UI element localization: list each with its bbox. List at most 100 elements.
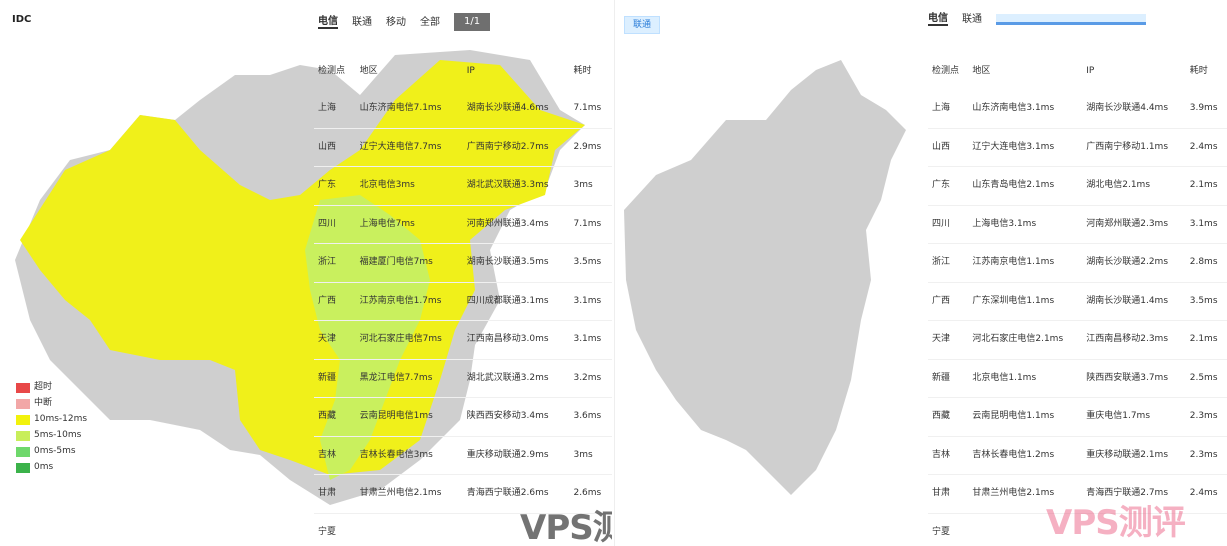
cell-probe: 广西 — [928, 281, 969, 321]
tab-unicom[interactable]: 联通 — [352, 17, 372, 28]
tab-unicom-right[interactable]: 联通 — [962, 14, 982, 25]
cell-region: 江苏南京电信1.7ms — [355, 281, 463, 321]
table-row[interactable]: 山西 辽宁大连电信3.1ms 广西南宁移动1.1ms 2.4ms — [928, 127, 1227, 167]
page-button[interactable]: 1/1 — [454, 13, 491, 31]
cell-ip: 河南郑州联通2.3ms — [1082, 204, 1186, 244]
cell-time: 2.4ms — [1185, 474, 1227, 513]
cell-ip: 四川成都联通3.1ms — [462, 281, 570, 321]
cell-probe: 广东 — [928, 166, 969, 205]
legend-item: 5ms-10ms — [16, 430, 87, 441]
header-region: 地区 — [359, 65, 378, 76]
cell-ip: 陕西西安联通3.7ms — [1082, 358, 1186, 398]
tab-telecom[interactable]: 电信 — [318, 16, 338, 29]
cell-region: 黑龙江电信7.7ms — [355, 358, 463, 398]
table-row[interactable]: 广东 北京电信3ms 湖北武汉联通3.3ms 3ms — [314, 166, 612, 205]
cell-time — [1185, 512, 1227, 546]
toolbar-right: 联通 — [624, 12, 661, 34]
table-row[interactable]: 上海 山东济南电信7.1ms 湖南长沙联通4.6ms 7.1ms — [314, 90, 612, 128]
cell-time: 3.6ms — [569, 397, 612, 436]
watermark: VPS测评 — [1046, 503, 1186, 543]
cell-probe: 天津 — [314, 320, 356, 359]
table-row[interactable]: 吉林 吉林长春电信3ms 重庆移动联通2.9ms 3ms — [314, 435, 612, 475]
table-row[interactable]: 西藏 云南昆明电信1ms 陕西西安移动3.4ms 3.6ms — [314, 397, 612, 436]
legend-item: 超时 — [16, 382, 87, 393]
table-row[interactable]: 天津 河北石家庄电信2.1ms 江西南昌移动2.3ms 2.1ms — [928, 320, 1227, 359]
header-time: 耗时 — [1189, 65, 1208, 76]
cell-time: 3.1ms — [569, 281, 612, 321]
legend-swatch — [16, 462, 30, 473]
table-row[interactable]: 浙江 江苏南京电信1.1ms 湖南长沙联通2.2ms 2.8ms — [928, 243, 1227, 282]
cell-probe: 浙江 — [314, 243, 356, 282]
cell-time: 2.1ms — [1185, 166, 1227, 205]
cell-probe: 四川 — [928, 204, 969, 244]
legend-item: 中断 — [16, 398, 87, 409]
table-row[interactable]: 天津 河北石家庄电信7ms 江西南昌移动3.0ms 3.1ms — [314, 320, 612, 359]
cell-time: 3.1ms — [569, 320, 612, 359]
cell-ip: 湖北武汉联通3.2ms — [462, 358, 570, 398]
cell-ip: 重庆电信1.7ms — [1082, 397, 1186, 436]
cell-region: 山东济南电信3.1ms — [972, 103, 1055, 114]
cell-region: 辽宁大连电信3.1ms — [968, 127, 1083, 167]
cell-region: 山东青岛电信2.1ms — [968, 166, 1083, 205]
cell-probe: 新疆 — [314, 358, 356, 398]
cell-probe: 广西 — [314, 281, 356, 321]
legend-swatch — [16, 382, 30, 393]
tab-mobile[interactable]: 移动 — [386, 17, 406, 28]
table-row[interactable]: 广东 山东青岛电信2.1ms 湖北电信2.1ms 2.1ms — [928, 166, 1227, 205]
cell-probe: 宁夏 — [928, 512, 969, 546]
legend-swatch — [16, 430, 30, 441]
isp-filter-button[interactable]: 联通 — [624, 16, 661, 34]
cell-ip: 重庆移动联通2.1ms — [1082, 435, 1186, 475]
cell-probe: 西藏 — [314, 397, 356, 436]
cell-region: 北京电信1.1ms — [968, 358, 1083, 398]
cell-probe: 新疆 — [928, 358, 969, 398]
cell-ip: 湖南长沙联通1.4ms — [1082, 281, 1186, 321]
results-table-right: 检测点 地区 IP 耗时 上海 山东济南电信3.1ms 湖南长沙联通4.4ms 3.9… — [928, 52, 1227, 546]
table-row[interactable]: 西藏 云南昆明电信1.1ms 重庆电信1.7ms 2.3ms — [928, 397, 1227, 436]
table-row[interactable]: 新疆 北京电信1.1ms 陕西西安联通3.7ms 2.5ms — [928, 358, 1227, 398]
cell-time: 2.1ms — [1185, 320, 1227, 359]
table-row[interactable]: 四川 上海电信7ms 河南郑州联通3.4ms 7.1ms — [314, 204, 612, 244]
table-row[interactable]: 广西 广东深圳电信1.1ms 湖南长沙联通1.4ms 3.5ms — [928, 281, 1227, 321]
tab-all[interactable]: 全部 — [420, 17, 440, 28]
tab-telecom-right[interactable]: 电信 — [928, 13, 948, 26]
legend-swatch — [16, 414, 30, 425]
cell-region: 广东深圳电信1.1ms — [968, 281, 1083, 321]
map-base-right — [624, 60, 906, 495]
table-row[interactable]: 浙江 福建厦门电信7ms 湖南长沙联通3.5ms 3.5ms — [314, 243, 612, 282]
left-panel: IDC 超时 中断 10ms-12ms 5ms-10ms 0ms-5ms 0ms… — [0, 0, 612, 546]
cell-probe: 天津 — [928, 320, 969, 359]
cell-region: 河北石家庄电信7ms — [355, 320, 463, 359]
cell-ip: 湖南长沙联通4.4ms — [1086, 103, 1169, 114]
isp-tabs-right: 电信 联通 — [928, 13, 1146, 26]
table-row[interactable]: 广西 江苏南京电信1.7ms 四川成都联通3.1ms 3.1ms — [314, 281, 612, 321]
header-probe: 检测点 — [932, 65, 960, 76]
table-row[interactable]: 吉林 吉林长春电信1.2ms 重庆移动联通2.1ms 2.3ms — [928, 435, 1227, 475]
legend-item: 0ms — [16, 462, 87, 473]
cell-probe: 山西 — [928, 127, 969, 167]
table-row[interactable]: 山西 辽宁大连电信7.7ms 广西南宁移动2.7ms 2.9ms — [314, 127, 612, 167]
legend-item: 10ms-12ms — [16, 414, 87, 425]
table-row[interactable]: 新疆 黑龙江电信7.7ms 湖北武汉联通3.2ms 3.2ms — [314, 358, 612, 398]
cell-probe: 吉林 — [928, 435, 969, 475]
table-row[interactable]: 四川 上海电信3.1ms 河南郑州联通2.3ms 3.1ms — [928, 204, 1227, 244]
progress-bar — [996, 14, 1146, 25]
cell-ip: 重庆移动联通2.9ms — [462, 435, 570, 475]
header-time: 耗时 — [573, 65, 592, 76]
table-header: 检测点 地区 IP 耗时 — [928, 52, 1227, 90]
cell-probe: 山西 — [314, 127, 356, 167]
map-legend: 超时 中断 10ms-12ms 5ms-10ms 0ms-5ms 0ms — [16, 382, 87, 478]
cell-time: 2.3ms — [1185, 397, 1227, 436]
cell-time: 2.3ms — [1185, 435, 1227, 475]
cell-ip: 湖北武汉联通3.3ms — [462, 166, 570, 205]
cell-time: 7.1ms — [573, 103, 602, 114]
legend-swatch — [16, 446, 30, 457]
cell-time: 2.9ms — [569, 127, 612, 167]
table-row[interactable]: 上海 山东济南电信3.1ms 湖南长沙联通4.4ms 3.9ms — [928, 90, 1227, 128]
cell-ip: 广西南宁移动2.7ms — [462, 127, 570, 167]
panel-divider — [614, 0, 615, 546]
cell-time: 3.5ms — [1185, 281, 1227, 321]
cell-time: 3.9ms — [1189, 103, 1218, 114]
cell-region: 吉林长春电信1.2ms — [968, 435, 1083, 475]
cell-probe: 广东 — [314, 166, 356, 205]
